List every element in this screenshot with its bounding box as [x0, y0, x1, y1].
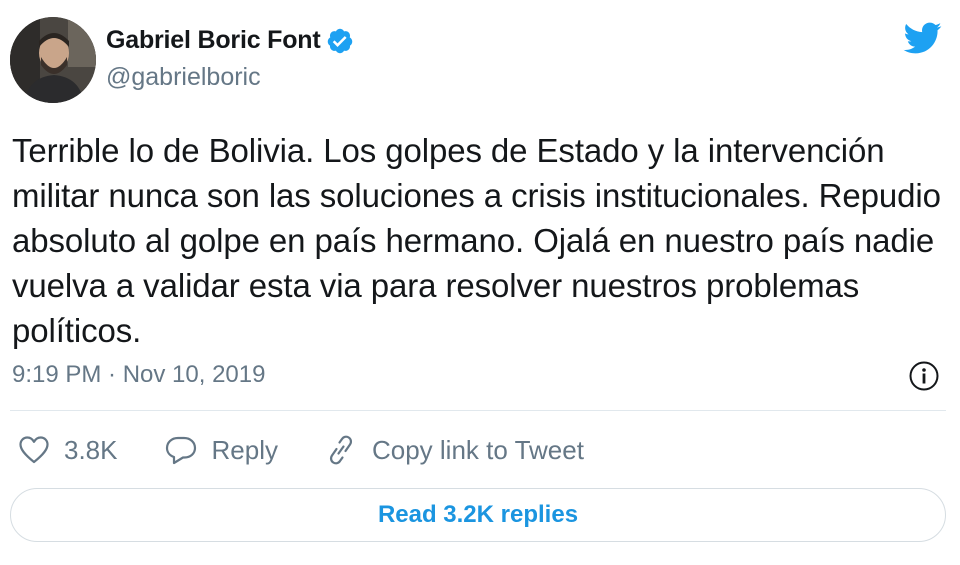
copy-link-label: Copy link to Tweet [371, 434, 584, 465]
like-button[interactable]: 3.8K [18, 435, 118, 466]
author-handle[interactable]: @gabrielboric [106, 63, 261, 92]
tweet-text: Terrible lo de Bolivia. Los golpes de Es… [12, 132, 941, 349]
divider [10, 410, 946, 411]
verified-badge-icon [326, 27, 354, 55]
tweet-card: Gabriel Boric Font @gabrielboric Terribl… [0, 0, 960, 565]
twitter-bird-icon[interactable] [900, 18, 944, 58]
reply-label: Reply [211, 434, 278, 465]
action-bar: 3.8K Reply Copy link to Tweet [18, 430, 630, 470]
heart-icon [18, 435, 50, 465]
read-replies-label: Read 3.2K replies [377, 501, 579, 528]
speech-bubble-icon [164, 435, 198, 465]
author-display-name[interactable]: Gabriel Boric Font [106, 26, 321, 55]
tweet-timestamp[interactable]: 9:19 PM · Nov 10, 2019 [12, 361, 265, 389]
avatar[interactable] [10, 17, 96, 103]
author-name-row[interactable]: Gabriel Boric Font [106, 26, 354, 55]
read-replies-button[interactable]: Read 3.2K replies [10, 488, 946, 542]
avatar-photo [10, 17, 96, 103]
link-icon [324, 434, 358, 466]
info-icon[interactable] [908, 360, 940, 392]
copy-link-button[interactable]: Copy link to Tweet [324, 434, 584, 466]
like-count: 3.8K [64, 434, 118, 465]
reply-button[interactable]: Reply [164, 435, 278, 466]
